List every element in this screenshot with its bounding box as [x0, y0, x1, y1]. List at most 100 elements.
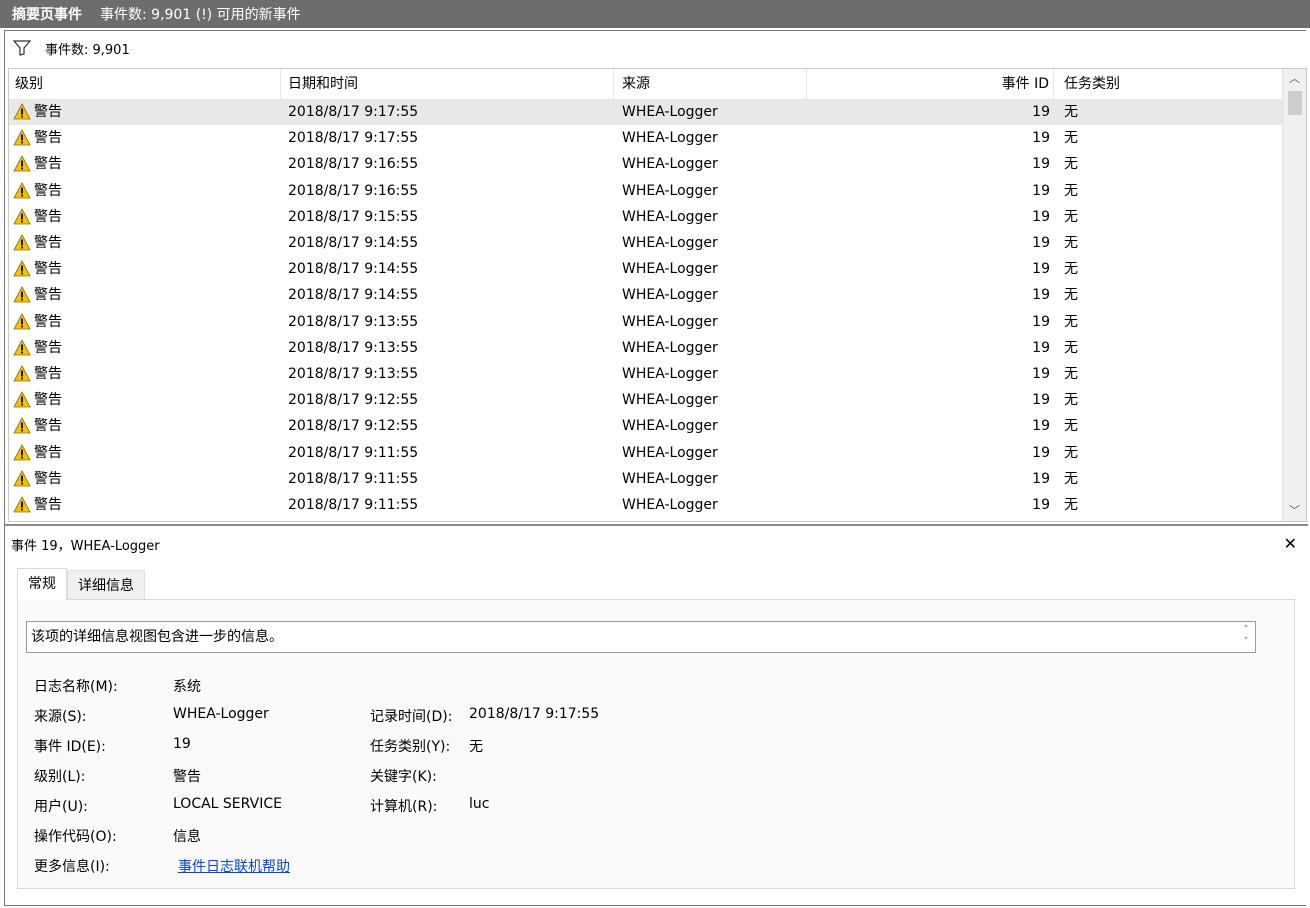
description-box[interactable]: 该项的详细信息视图包含进一步的信息。 ˄ ˅: [26, 621, 1256, 653]
detail-title: 事件 19，WHEA-Logger: [11, 538, 160, 554]
cell-datetime: 2018/8/17 9:13:55: [288, 313, 419, 330]
table-row[interactable]: 警告 2018/8/17 9:13:55 WHEA-Logger 19 无: [9, 361, 1282, 387]
cell-event-id: 19: [1032, 339, 1050, 356]
cell-level: 警告: [34, 497, 62, 513]
event-id-value[interactable]: 19: [173, 736, 191, 752]
cell-source: WHEA-Logger: [622, 261, 718, 278]
table-row[interactable]: 警告 2018/8/17 9:11:55 WHEA-Logger 19 无: [9, 466, 1282, 492]
grid-header: 级别 日期和时间 来源 事件 ID 任务类别: [9, 69, 1282, 100]
cell-task: 无: [1064, 235, 1078, 251]
event-grid: 级别 日期和时间 来源 事件 ID 任务类别 警告 2018/8/17 9:17:…: [8, 68, 1307, 522]
column-header-source[interactable]: 来源: [614, 69, 807, 99]
cell-event-id: 19: [1032, 104, 1050, 120]
pane-splitter[interactable]: [5, 524, 1308, 526]
description-scroll-arrows[interactable]: ˄ ˅: [1239, 624, 1253, 650]
cell-event-id: 19: [1032, 156, 1050, 173]
column-header-task[interactable]: 任务类别: [1054, 69, 1282, 99]
online-help-link[interactable]: 事件日志联机帮助: [178, 856, 290, 876]
table-row[interactable]: 警告 2018/8/17 9:11:55 WHEA-Logger 19 无: [9, 492, 1282, 518]
cell-level: 警告: [34, 130, 62, 147]
cell-datetime: 2018/8/17 9:12:55: [288, 418, 419, 435]
detail-header: 事件 19，WHEA-Logger ✕: [5, 530, 1305, 558]
cell-datetime: 2018/8/17 9:17:55: [288, 130, 419, 147]
table-row[interactable]: 警告 2018/8/17 9:14:55 WHEA-Logger 19 无: [9, 256, 1282, 282]
table-row[interactable]: 警告 2018/8/17 9:13:55 WHEA-Logger 19 无: [9, 309, 1282, 335]
computer-value[interactable]: luc: [469, 796, 489, 812]
cell-task: 无: [1064, 287, 1078, 304]
cell-datetime: 2018/8/17 9:11:55: [288, 497, 419, 513]
cell-task: 无: [1064, 156, 1078, 173]
chevron-up-icon[interactable]: ︿: [1283, 69, 1306, 89]
general-panel: 该项的详细信息视图包含进一步的信息。 ˄ ˅ 日志名称(M): 系统 来源(S):…: [17, 599, 1295, 889]
logged-value[interactable]: 2018/8/17 9:17:55: [469, 706, 599, 722]
table-row[interactable]: 警告 2018/8/17 9:12:55 WHEA-Logger 19 无: [9, 387, 1282, 413]
cell-source: WHEA-Logger: [622, 130, 718, 147]
cell-source: WHEA-Logger: [622, 418, 718, 435]
computer-label: 计算机(R):: [370, 799, 438, 815]
cell-level: 警告: [34, 470, 62, 487]
warning-triangle-icon: [13, 443, 31, 460]
cell-event-id: 19: [1032, 261, 1050, 278]
cell-level: 警告: [34, 418, 62, 435]
level-label: 级别(L):: [34, 769, 86, 785]
cell-event-id: 19: [1032, 182, 1050, 199]
warning-triangle-icon: [13, 469, 31, 487]
cell-task: 无: [1064, 313, 1078, 330]
filter-bar: 事件数: 9,901: [5, 34, 1305, 62]
column-header-datetime[interactable]: 日期和时间: [281, 69, 614, 99]
table-row[interactable]: 警告 2018/8/17 9:16:55 WHEA-Logger 19 无: [9, 178, 1282, 204]
cell-event-id: 19: [1032, 208, 1050, 225]
cell-event-id: 19: [1032, 130, 1050, 147]
cell-source: WHEA-Logger: [622, 339, 718, 356]
level-value[interactable]: 警告: [173, 766, 201, 786]
warning-triangle-icon: [13, 365, 31, 382]
warning-triangle-icon: [13, 312, 31, 329]
event-id-label: 事件 ID(E):: [34, 739, 106, 755]
cell-datetime: 2018/8/17 9:15:55: [288, 208, 419, 225]
table-row[interactable]: 警告 2018/8/17 9:14:55 WHEA-Logger 19 无: [9, 230, 1282, 256]
cell-level: 警告: [34, 313, 62, 330]
log-name-value[interactable]: 系统: [173, 676, 201, 696]
table-row[interactable]: 警告 2018/8/17 9:16:55 WHEA-Logger 19 无: [9, 151, 1282, 177]
scrollbar-thumb[interactable]: [1288, 91, 1302, 115]
tab-details[interactable]: 详细信息: [67, 570, 145, 600]
table-row[interactable]: 警告 2018/8/17 9:17:55 WHEA-Logger 19 无: [9, 125, 1282, 151]
cell-source: WHEA-Logger: [622, 208, 718, 225]
cell-task: 无: [1064, 418, 1078, 435]
user-value[interactable]: LOCAL SERVICE: [173, 796, 282, 812]
cell-level: 警告: [34, 392, 62, 409]
cell-event-id: 19: [1032, 235, 1050, 251]
cell-source: WHEA-Logger: [622, 444, 718, 461]
chevron-down-icon[interactable]: ﹀: [1283, 501, 1306, 521]
table-row[interactable]: 警告 2018/8/17 9:15:55 WHEA-Logger 19 无: [9, 204, 1282, 230]
opcode-value[interactable]: 信息: [173, 826, 201, 846]
column-header-level[interactable]: 级别: [9, 69, 281, 99]
cell-datetime: 2018/8/17 9:11:55: [288, 470, 419, 487]
description-text: 该项的详细信息视图包含进一步的信息。: [31, 629, 283, 645]
cell-task: 无: [1064, 444, 1078, 461]
cell-source: WHEA-Logger: [622, 470, 718, 487]
warning-triangle-icon: [13, 417, 31, 434]
cell-source: WHEA-Logger: [622, 366, 718, 382]
opcode-label: 操作代码(O):: [34, 829, 117, 845]
task-value[interactable]: 无: [469, 736, 483, 756]
table-row[interactable]: 警告 2018/8/17 9:12:55 WHEA-Logger 19 无: [9, 413, 1282, 439]
warning-triangle-icon: [13, 181, 31, 198]
cell-datetime: 2018/8/17 9:13:55: [288, 366, 419, 382]
table-row[interactable]: 警告 2018/8/17 9:13:55 WHEA-Logger 19 无: [9, 335, 1282, 361]
cell-level: 警告: [34, 208, 62, 225]
warning-triangle-icon: [13, 260, 31, 277]
cell-task: 无: [1064, 182, 1078, 199]
filter-funnel-icon[interactable]: [13, 40, 31, 56]
source-value[interactable]: WHEA-Logger: [173, 706, 269, 722]
table-row[interactable]: 警告 2018/8/17 9:17:55 WHEA-Logger 19 无: [9, 99, 1282, 125]
table-row[interactable]: 警告 2018/8/17 9:11:55 WHEA-Logger 19 无: [9, 440, 1282, 466]
tab-general[interactable]: 常规: [17, 568, 67, 600]
grid-vertical-scrollbar[interactable]: ︿ ﹀: [1282, 69, 1306, 521]
cell-level: 警告: [34, 339, 62, 356]
close-icon[interactable]: ✕: [1284, 534, 1297, 553]
column-header-event-id[interactable]: 事件 ID: [807, 69, 1054, 99]
cell-datetime: 2018/8/17 9:14:55: [288, 287, 419, 304]
cell-task: 无: [1064, 104, 1078, 120]
table-row[interactable]: 警告 2018/8/17 9:14:55 WHEA-Logger 19 无: [9, 282, 1282, 308]
